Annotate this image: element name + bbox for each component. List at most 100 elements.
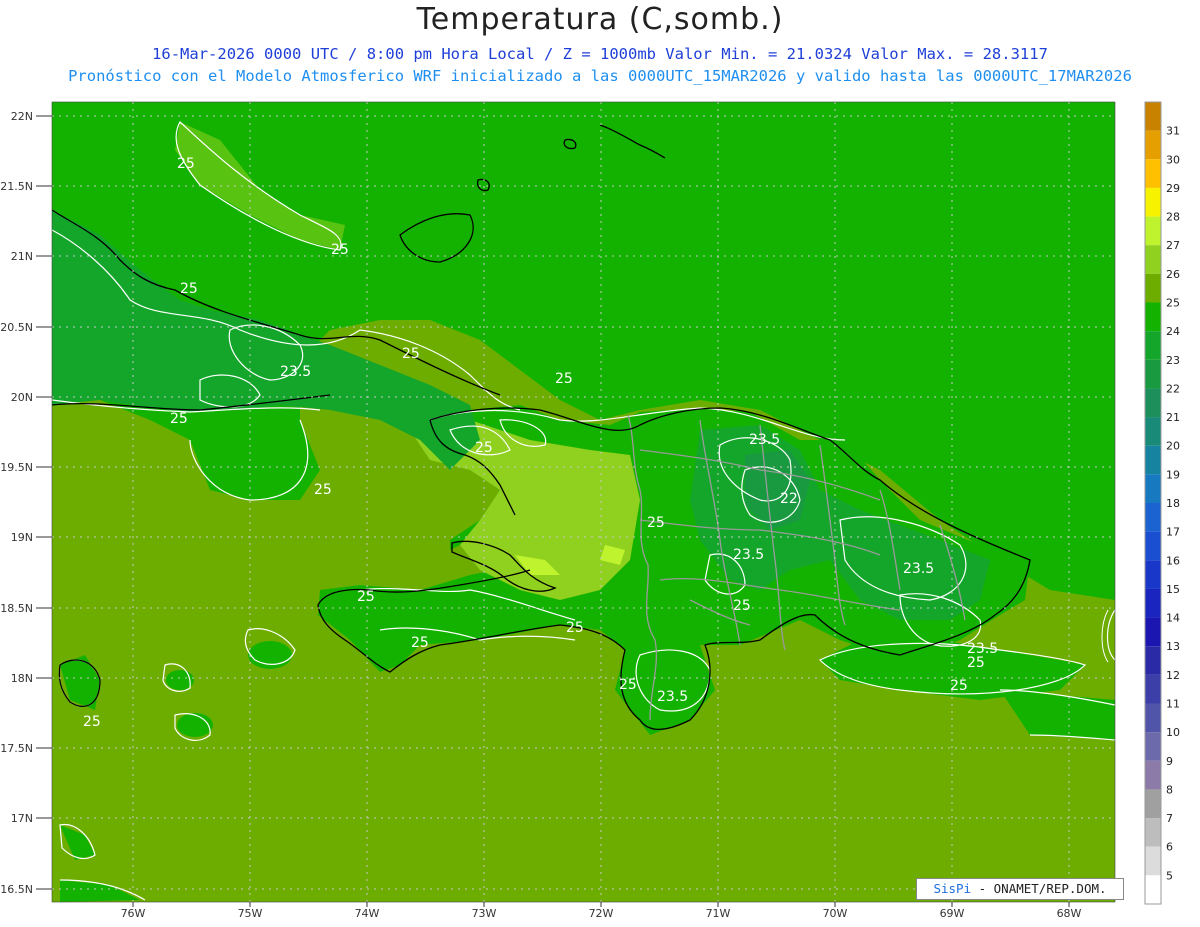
lon-label: 76W bbox=[121, 907, 146, 920]
lon-label: 70W bbox=[823, 907, 848, 920]
colorbar-label: 9 bbox=[1166, 755, 1173, 768]
lat-label: 22N bbox=[11, 110, 33, 123]
colorbar: 31 30 29 28 27 26 25 24 23 22 21 20 19 18 17 16 15 14 13 12… bbox=[1144, 101, 1180, 905]
colorbar-label: 15 bbox=[1166, 583, 1180, 596]
lat-label: 20.5N bbox=[0, 321, 33, 334]
contour-label: 25 bbox=[331, 242, 349, 258]
colorbar-label: 5 bbox=[1166, 869, 1173, 882]
colorbar-swatch bbox=[1145, 560, 1161, 589]
colorbar-swatch bbox=[1145, 302, 1161, 332]
colorbar-swatch bbox=[1145, 789, 1161, 819]
colorbar-swatch bbox=[1145, 359, 1161, 389]
contour-label: 25 bbox=[170, 411, 188, 427]
colorbar-label: 16 bbox=[1166, 554, 1180, 567]
lat-label: 21N bbox=[11, 250, 33, 263]
colorbar-label: 21 bbox=[1166, 411, 1180, 424]
contour-label: 25 bbox=[177, 156, 195, 172]
colorbar-swatch bbox=[1145, 875, 1161, 904]
contour-label: 25 bbox=[733, 598, 751, 614]
contour-label: 25 bbox=[967, 655, 985, 671]
lon-label: 75W bbox=[238, 907, 263, 920]
lat-label: 16.5N bbox=[0, 883, 33, 896]
colorbar-swatch bbox=[1145, 674, 1161, 704]
lon-label: 73W bbox=[472, 907, 497, 920]
colorbar-swatch bbox=[1145, 531, 1161, 561]
colorbar-swatch bbox=[1145, 388, 1161, 418]
contour-label: 23.5 bbox=[733, 547, 764, 563]
colorbar-swatch bbox=[1145, 331, 1161, 360]
colorbar-label: 25 bbox=[1166, 297, 1180, 310]
colorbar-label: 28 bbox=[1166, 211, 1180, 224]
sispi-brand: SisPi bbox=[933, 881, 972, 896]
lat-label: 17N bbox=[11, 812, 33, 825]
contour-label: 25 bbox=[619, 677, 637, 693]
latitude-axis: 22N 21.5N 21N 20.5N 20N 19.5N 19N 18.5N … bbox=[0, 110, 33, 896]
colorbar-swatch bbox=[1145, 130, 1161, 160]
colorbar-swatch bbox=[1145, 216, 1161, 246]
colorbar-label: 8 bbox=[1166, 783, 1173, 796]
colorbar-label: 24 bbox=[1166, 325, 1180, 338]
colorbar-swatch bbox=[1145, 503, 1161, 532]
colorbar-label: 12 bbox=[1166, 669, 1180, 682]
lat-label: 18.5N bbox=[0, 602, 33, 615]
colorbar-swatch bbox=[1145, 646, 1161, 675]
colorbar-label: 29 bbox=[1166, 182, 1180, 195]
south-blob bbox=[177, 713, 213, 737]
colorbar-swatch bbox=[1145, 846, 1161, 876]
contour-label: 23.5 bbox=[749, 432, 780, 448]
colorbar-label: 6 bbox=[1166, 841, 1173, 854]
contour-label: 25 bbox=[555, 371, 573, 387]
longitude-ticks bbox=[132, 902, 1070, 907]
colorbar-swatch bbox=[1145, 187, 1161, 217]
contour-label: 25 bbox=[314, 482, 332, 498]
lat-label: 18N bbox=[11, 672, 33, 685]
lon-label: 68W bbox=[1057, 907, 1082, 920]
latitude-ticks bbox=[36, 115, 52, 890]
contour-label: 25 bbox=[402, 346, 420, 362]
colorbar-label: 23 bbox=[1166, 354, 1180, 367]
colorbar-swatch bbox=[1145, 474, 1161, 503]
credit-text: - ONAMET/REP.DOM. bbox=[971, 881, 1107, 896]
contour-label: 22 bbox=[780, 491, 798, 507]
colorbar-swatch bbox=[1145, 760, 1161, 790]
colorbar-label: 31 bbox=[1166, 125, 1180, 138]
colorbar-label: 10 bbox=[1166, 726, 1180, 739]
lat-label: 19.5N bbox=[0, 461, 33, 474]
contour-label: 25 bbox=[357, 589, 375, 605]
colorbar-label: 11 bbox=[1166, 698, 1180, 711]
colorbar-swatch bbox=[1145, 102, 1161, 131]
contour-label: 25 bbox=[950, 678, 968, 694]
colorbar-swatch bbox=[1145, 703, 1161, 733]
lon-label: 71W bbox=[706, 907, 731, 920]
map-plot-area: 25 25 25 23.5 25 25 25 25 25 23.5 22 25 … bbox=[52, 102, 1115, 902]
longitude-axis: 76W 75W 74W 73W 72W 71W 70W 69W 68W bbox=[121, 907, 1082, 920]
credit-box: SisPi - ONAMET/REP.DOM. bbox=[916, 878, 1124, 900]
colorbar-swatch bbox=[1145, 417, 1161, 446]
lat-label: 20N bbox=[11, 391, 33, 404]
colorbar-swatch bbox=[1145, 617, 1161, 647]
contour-label: 23.5 bbox=[657, 689, 688, 705]
colorbar-label: 19 bbox=[1166, 468, 1180, 481]
lon-label: 74W bbox=[355, 907, 380, 920]
lon-label: 72W bbox=[589, 907, 614, 920]
contour-label: 25 bbox=[566, 620, 584, 636]
colorbar-label: 30 bbox=[1166, 153, 1180, 166]
colorbar-label: 26 bbox=[1166, 268, 1180, 281]
colorbar-label: 18 bbox=[1166, 497, 1180, 510]
colorbar-swatch bbox=[1145, 245, 1161, 274]
colorbar-label: 22 bbox=[1166, 382, 1180, 395]
lat-label: 21.5N bbox=[0, 180, 33, 193]
colorbar-label: 27 bbox=[1166, 239, 1180, 252]
colorbar-swatch bbox=[1145, 818, 1161, 847]
colorbar-label: 17 bbox=[1166, 526, 1180, 539]
contour-label: 25 bbox=[411, 635, 429, 651]
colorbar-swatch bbox=[1145, 273, 1161, 303]
contour-label: 23.5 bbox=[903, 561, 934, 577]
contour-label: 23.5 bbox=[280, 364, 311, 380]
colorbar-label: 14 bbox=[1166, 612, 1180, 625]
lon-label: 69W bbox=[940, 907, 965, 920]
contour-label: 25 bbox=[475, 440, 493, 456]
temperature-map: 25 25 25 23.5 25 25 25 25 25 23.5 22 25 … bbox=[0, 101, 1180, 920]
lat-label: 17.5N bbox=[0, 742, 33, 755]
colorbar-label: 13 bbox=[1166, 640, 1180, 653]
